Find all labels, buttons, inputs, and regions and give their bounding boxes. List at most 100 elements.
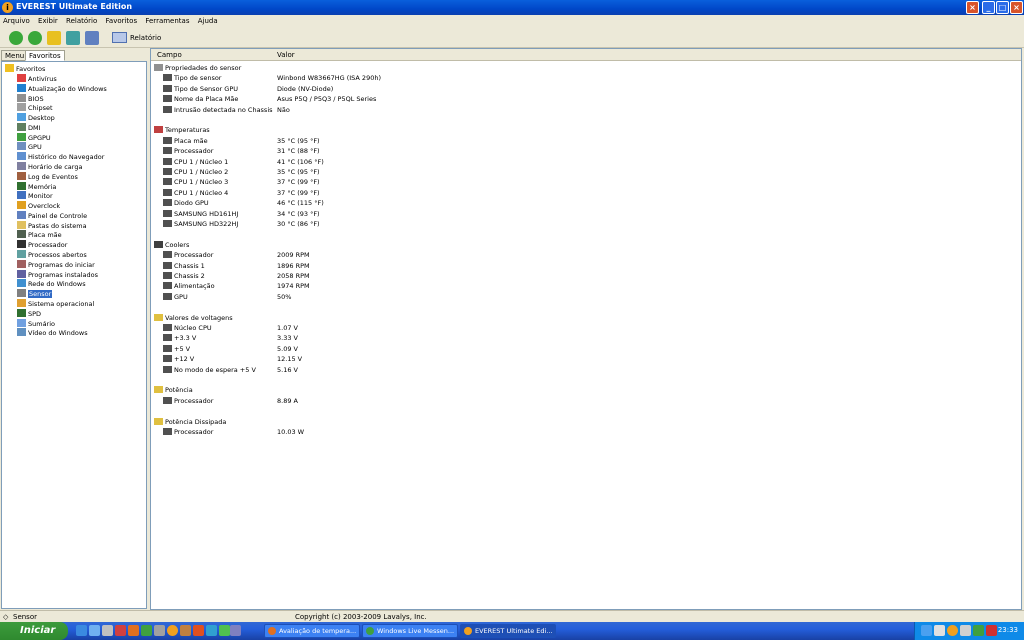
quicklaunch-ie-icon[interactable] bbox=[89, 625, 100, 636]
users-icon[interactable] bbox=[85, 31, 99, 45]
column-valor[interactable]: Valor bbox=[277, 51, 295, 59]
tree-item-rede-do-windows[interactable]: Rede do Windows bbox=[17, 279, 86, 289]
table-row[interactable]: Intrusão detectada no Chassis Não bbox=[163, 105, 563, 115]
row-field: CPU 1 / Núcleo 3 bbox=[174, 178, 229, 187]
menu-favoritos[interactable]: Favoritos bbox=[103, 15, 141, 25]
menu-exibir[interactable]: Exibir bbox=[35, 15, 61, 25]
quicklaunch-utility-icon[interactable] bbox=[219, 625, 230, 636]
tree-item-sistema-operacional[interactable]: Sistema operacional bbox=[17, 298, 94, 309]
minimize-button[interactable]: _ bbox=[982, 1, 995, 14]
tree-item-programas-do-iniciar[interactable]: Programas do iniciar bbox=[17, 259, 95, 270]
task-everest[interactable]: EVEREST Ultimate Edi... bbox=[460, 624, 556, 638]
tree-item-processador[interactable]: Processador bbox=[17, 240, 67, 250]
up-icon[interactable] bbox=[47, 31, 61, 45]
tree-item-atualizacao-do-windows[interactable]: Atualização do Windows bbox=[17, 83, 107, 94]
tree-item-desktop[interactable]: Desktop bbox=[17, 113, 55, 123]
table-row[interactable]: +12 V 12.15 V bbox=[163, 354, 563, 364]
table-row[interactable]: SAMSUNG HD322HJ 30 °C (86 °F) bbox=[163, 219, 563, 229]
table-row[interactable]: Tipo de Sensor GPU Diode (NV-Diode) bbox=[163, 84, 563, 94]
table-row[interactable]: CPU 1 / Núcleo 4 37 °C (99 °F) bbox=[163, 188, 563, 198]
tree-item-overclock[interactable]: Overclock bbox=[17, 201, 60, 211]
tree-item-monitor[interactable]: Monitor bbox=[17, 191, 53, 201]
table-row[interactable]: Processador 31 °C (88 °F) bbox=[163, 146, 563, 156]
quicklaunch-monitor-icon[interactable] bbox=[230, 625, 241, 636]
tree-item-gpu[interactable]: GPU bbox=[17, 142, 42, 152]
maximize-button[interactable]: □ bbox=[996, 1, 1009, 14]
task-messenger[interactable]: Windows Live Messen... bbox=[362, 624, 458, 638]
tree-item-memoria[interactable]: Memória bbox=[17, 181, 56, 192]
table-row[interactable]: CPU 1 / Núcleo 1 41 °C (106 °F) bbox=[163, 157, 563, 167]
menu-relatorio[interactable]: Relatório bbox=[63, 15, 100, 25]
tray-check-icon[interactable] bbox=[973, 625, 984, 636]
table-row[interactable]: No modo de espera +5 V 5.16 V bbox=[163, 365, 563, 375]
tray-network-icon[interactable] bbox=[921, 625, 932, 636]
table-row[interactable]: CPU 1 / Núcleo 3 37 °C (99 °F) bbox=[163, 177, 563, 187]
table-row[interactable]: Núcleo CPU 1.07 V bbox=[163, 323, 563, 333]
tree-item-painel-de-controle[interactable]: Painel de Controle bbox=[17, 210, 87, 221]
tree-item-spd[interactable]: SPD bbox=[17, 308, 41, 319]
refresh-icon[interactable] bbox=[66, 31, 80, 45]
table-row[interactable]: Processador 8.89 A bbox=[163, 396, 563, 406]
row-icon bbox=[163, 324, 172, 331]
tree-item-placa-mae[interactable]: Placa mãe bbox=[17, 230, 62, 240]
task-avaliacao[interactable]: Avaliação de tempera... bbox=[264, 624, 360, 638]
menu-ajuda[interactable]: Ajuda bbox=[195, 15, 221, 25]
tree-item-sumario[interactable]: Sumário bbox=[17, 318, 55, 329]
table-row[interactable]: Alimentação 1974 RPM bbox=[163, 281, 563, 291]
close-icon[interactable]: × bbox=[966, 1, 979, 14]
tray-everest-icon[interactable] bbox=[947, 625, 958, 636]
quicklaunch-app-icon[interactable] bbox=[115, 625, 126, 636]
table-row[interactable]: Chassis 1 1896 RPM bbox=[163, 261, 563, 271]
quicklaunch-messenger-icon[interactable] bbox=[141, 625, 152, 636]
table-row[interactable]: SAMSUNG HD161HJ 34 °C (93 °F) bbox=[163, 209, 563, 219]
quicklaunch-search-icon[interactable] bbox=[102, 625, 113, 636]
quicklaunch-media-icon[interactable] bbox=[193, 625, 204, 636]
tree-item-log-de-eventos[interactable]: Log de Eventos bbox=[17, 171, 78, 182]
tree-item-antivirus[interactable]: Antivírus bbox=[17, 74, 57, 84]
back-icon[interactable] bbox=[9, 31, 23, 45]
table-row[interactable]: +5 V 5.09 V bbox=[163, 344, 563, 354]
tree-item-sensor[interactable]: Sensor bbox=[17, 289, 53, 299]
forward-icon[interactable] bbox=[28, 31, 42, 45]
table-row[interactable]: Tipo de sensor Winbond W83667HG (ISA 290h… bbox=[163, 73, 563, 83]
tree-item-programas-instalados[interactable]: Programas instalados bbox=[17, 269, 98, 280]
tree-item-processos-abertos[interactable]: Processos abertos bbox=[17, 250, 87, 260]
row-value: 2058 RPM bbox=[277, 272, 310, 280]
table-row[interactable]: Placa mãe 35 °C (95 °F) bbox=[163, 136, 563, 146]
tree-item-chipset[interactable]: Chipset bbox=[17, 103, 53, 113]
table-row[interactable]: Processador 2009 RPM bbox=[163, 250, 563, 260]
quicklaunch-tool-icon[interactable] bbox=[154, 625, 165, 636]
tab-favoritos[interactable]: Favoritos bbox=[25, 50, 65, 61]
table-row[interactable]: GPU 50% bbox=[163, 292, 563, 302]
quicklaunch-everest-icon[interactable] bbox=[167, 625, 178, 636]
table-row[interactable]: Chassis 2 2058 RPM bbox=[163, 271, 563, 281]
row-icon bbox=[163, 84, 172, 92]
tree-item-historico-do-navegador[interactable]: Histórico do Navegador bbox=[17, 152, 104, 162]
start-button[interactable]: Iniciar bbox=[0, 622, 68, 640]
tree-item-dmi[interactable]: DMI bbox=[17, 122, 41, 133]
quicklaunch-desktop-icon[interactable] bbox=[76, 625, 87, 636]
quicklaunch-network-icon[interactable] bbox=[206, 625, 217, 636]
tree-item-pastas-do-sistema[interactable]: Pastas do sistema bbox=[17, 220, 87, 231]
tray-usb-icon[interactable] bbox=[934, 625, 945, 636]
table-row[interactable]: Processador 10.03 W bbox=[163, 427, 563, 437]
menu-ferramentas[interactable]: Ferramentas bbox=[142, 15, 192, 25]
menu-arquivo[interactable]: Arquivo bbox=[0, 15, 33, 25]
table-row[interactable]: Diodo GPU 46 °C (115 °F) bbox=[163, 198, 563, 208]
row-value: 31 °C (88 °F) bbox=[277, 147, 320, 156]
report-button[interactable]: Relatório bbox=[112, 31, 161, 45]
table-row[interactable]: +3.3 V 3.33 V bbox=[163, 333, 563, 343]
quicklaunch-firefox-icon[interactable] bbox=[128, 625, 139, 636]
quicklaunch-folder-icon[interactable] bbox=[180, 625, 191, 636]
tree-item-bios[interactable]: BIOS bbox=[17, 93, 44, 104]
close-button[interactable]: × bbox=[1010, 1, 1023, 14]
tree-root-favoritos[interactable]: Favoritos bbox=[5, 64, 45, 74]
column-campo[interactable]: Campo bbox=[157, 51, 182, 59]
tree-item-gpgpu[interactable]: GPGPU bbox=[17, 132, 51, 143]
tray-antivirus-icon[interactable] bbox=[986, 625, 997, 636]
tree-item-video-do-windows[interactable]: Vídeo do Windows bbox=[17, 328, 88, 338]
table-row[interactable]: CPU 1 / Núcleo 2 35 °C (95 °F) bbox=[163, 167, 563, 177]
table-row[interactable]: Nome da Placa Mãe Asus P5Q / P5Q3 / P5QL … bbox=[163, 94, 563, 104]
tray-shield-icon[interactable] bbox=[960, 625, 971, 636]
tree-item-horario-de-carga[interactable]: Horário de carga bbox=[17, 162, 82, 172]
